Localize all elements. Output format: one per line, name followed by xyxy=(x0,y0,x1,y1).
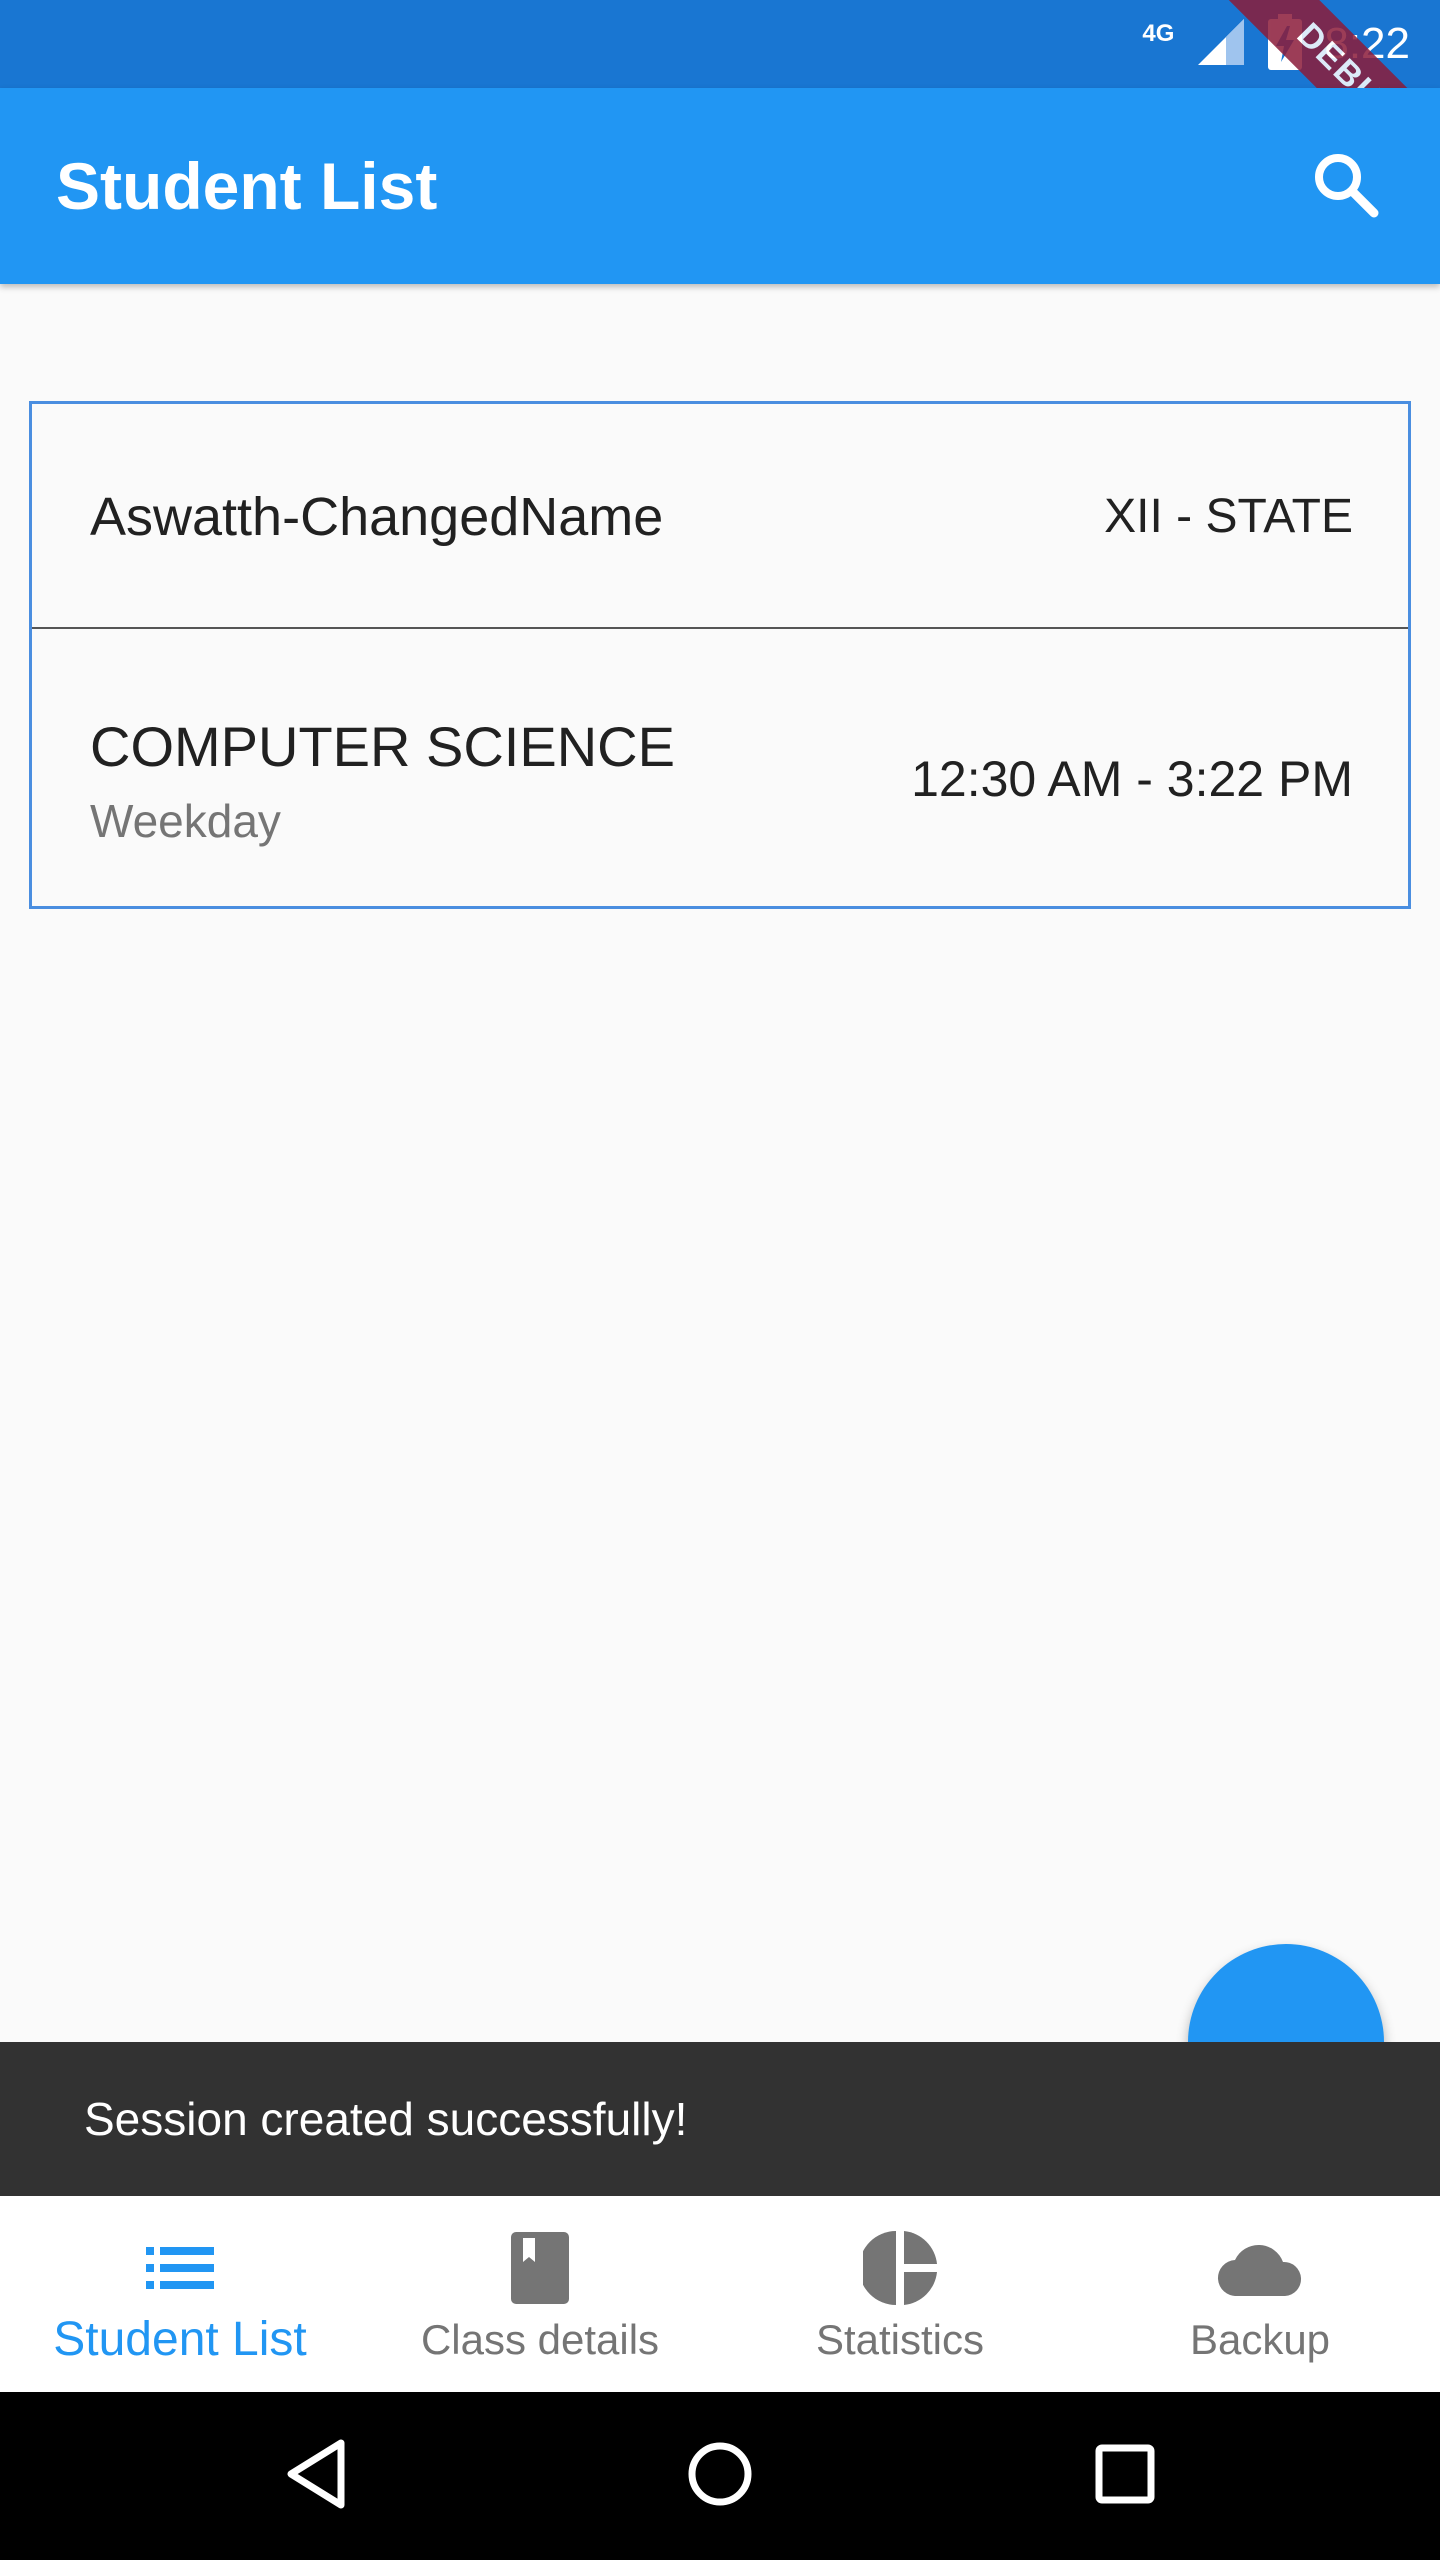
snackbar-message: Session created successfully! xyxy=(84,2093,688,2145)
nav-item-backup[interactable]: Backup xyxy=(1080,2196,1440,2392)
pie-chart-icon xyxy=(863,2230,937,2306)
student-card[interactable]: Aswatth-ChangedName XII - STATE COMPUTER… xyxy=(29,401,1411,909)
list-icon xyxy=(146,2230,214,2306)
nav-label: Student List xyxy=(53,2313,307,2366)
recents-button[interactable] xyxy=(1045,2392,1205,2560)
student-name: Aswatth-ChangedName xyxy=(90,486,664,547)
snackbar: Session created successfully! xyxy=(0,2042,1440,2196)
system-navigation-bar xyxy=(0,2392,1440,2560)
nav-label: Backup xyxy=(1189,2316,1331,2363)
status-bar: 4G 8:22 DEBUG xyxy=(0,0,1440,212)
nav-item-class-details[interactable]: Class details xyxy=(360,2196,720,2392)
nav-label: Class details xyxy=(420,2316,660,2363)
cloud-icon xyxy=(1217,2230,1303,2306)
book-icon xyxy=(511,2230,569,2306)
nav-label: Statistics xyxy=(815,2316,985,2363)
session-time-range: 12:30 AM - 3:22 PM xyxy=(911,751,1353,807)
student-header-row: Aswatth-ChangedName XII - STATE xyxy=(32,404,1408,629)
recents-square-icon xyxy=(1095,2444,1155,2509)
back-button[interactable] xyxy=(236,2392,396,2560)
network-type: 4G xyxy=(1142,20,1175,47)
nav-item-statistics[interactable]: Statistics xyxy=(720,2196,1080,2392)
search-icon xyxy=(1310,149,1380,224)
student-grade: XII - STATE xyxy=(1104,490,1353,543)
page-title: Student List xyxy=(56,149,438,223)
home-button[interactable] xyxy=(640,2392,800,2560)
nav-item-student-list[interactable]: Student List xyxy=(0,2196,360,2392)
search-button[interactable] xyxy=(1290,88,1400,284)
bottom-navigation: Student List Class details Statistics Ba… xyxy=(0,2196,1440,2392)
signal-icon xyxy=(1196,17,1246,72)
session-subject: COMPUTER SCIENCE xyxy=(90,715,675,778)
app-bar: Student List xyxy=(0,88,1440,284)
session-day: Weekday xyxy=(90,795,281,847)
home-circle-icon xyxy=(687,2441,753,2512)
screen: 4G 8:22 DEBUG Student List Aswatth-Chang… xyxy=(0,0,1440,2560)
back-triangle-icon xyxy=(285,2439,347,2514)
